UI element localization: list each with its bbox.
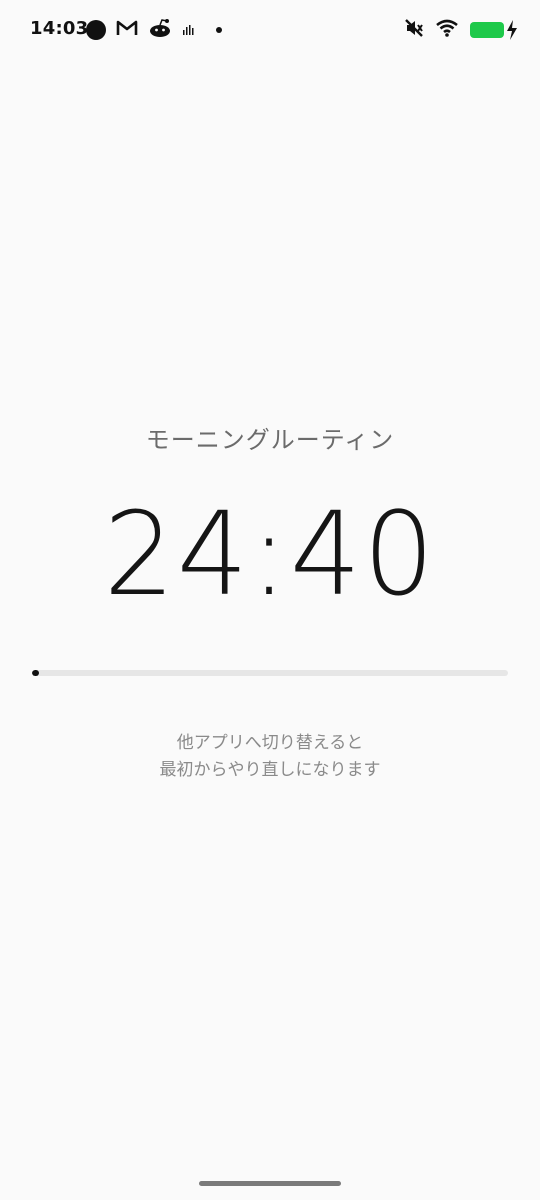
warning-notice: 他アプリへ切り替えると 最初からやり直しになります xyxy=(0,730,540,784)
gmail-icon xyxy=(116,19,138,41)
home-indicator[interactable] xyxy=(199,1181,341,1186)
dot-icon xyxy=(216,27,222,33)
status-time: 14:03 xyxy=(30,18,89,39)
reddit-icon xyxy=(148,18,172,42)
battery-charging-icon xyxy=(470,20,517,40)
notification-icons xyxy=(86,18,232,42)
system-icons xyxy=(392,18,517,42)
progress-bar xyxy=(32,670,508,676)
notice-line-2: 最初からやり直しになります xyxy=(159,760,381,780)
wifi-icon xyxy=(436,19,458,41)
status-bar: 14:03 xyxy=(0,0,540,60)
progress-fill xyxy=(32,670,40,676)
countdown-timer: 24:40 xyxy=(103,488,437,622)
notice-line-1: 他アプリへ切り替えると xyxy=(176,733,364,753)
mute-icon xyxy=(404,18,424,42)
signal-bars-icon xyxy=(182,21,194,40)
routine-title: モーニングルーティン xyxy=(145,426,395,454)
circle-icon xyxy=(86,20,106,40)
